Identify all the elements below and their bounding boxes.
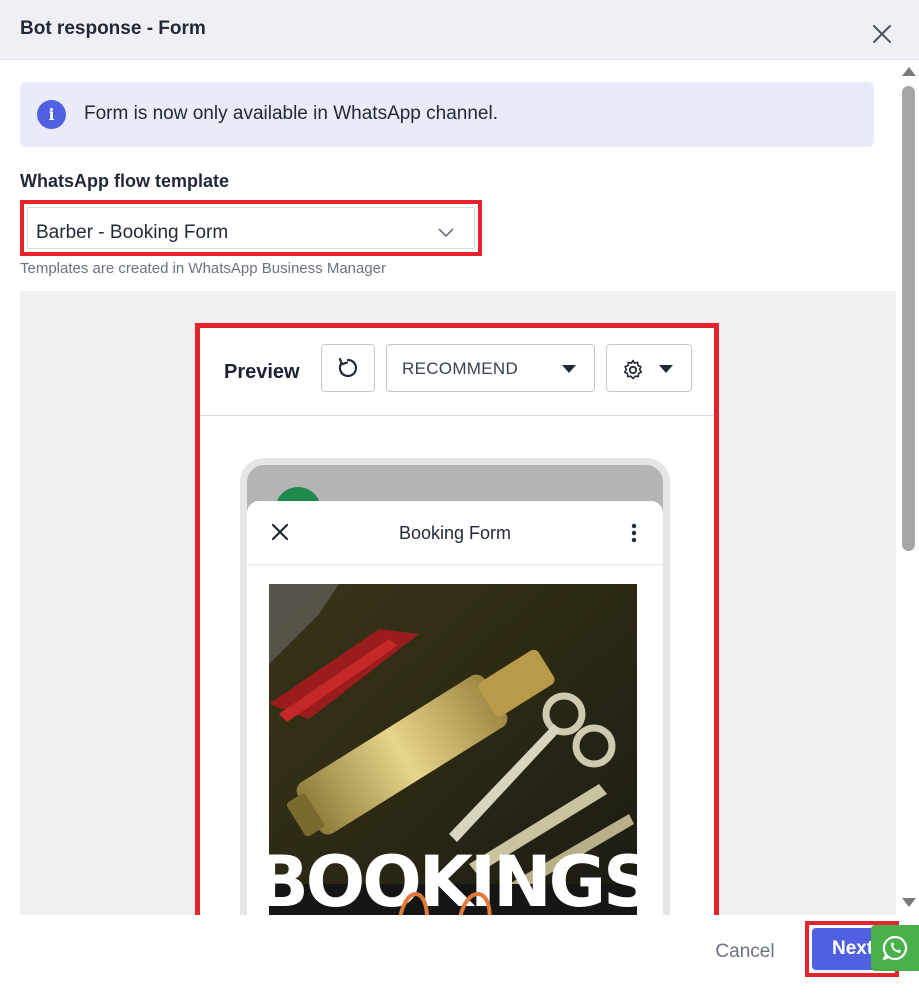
template-helper-text: Templates are created in WhatsApp Busine… <box>20 260 387 277</box>
template-select-value: Barber - Booking Form <box>36 222 229 243</box>
scroll-down-icon[interactable] <box>902 898 916 907</box>
phone-mockup: Booking Form BOOKINGS <box>240 458 670 932</box>
more-vertical-icon[interactable] <box>631 523 637 543</box>
settings-button[interactable] <box>606 344 692 392</box>
refresh-icon <box>338 357 358 378</box>
scroll-up-icon[interactable] <box>902 67 916 76</box>
cancel-button[interactable]: Cancel <box>696 937 794 967</box>
template-select-inner[interactable]: Barber - Booking Form <box>27 207 475 249</box>
whatsapp-chat-button[interactable] <box>871 925 919 971</box>
caret-down-icon <box>562 365 576 373</box>
preview-toolbar: Preview RECOMMEND <box>200 328 714 416</box>
preview-mode-select[interactable]: RECOMMEND <box>386 344 595 392</box>
close-icon[interactable] <box>868 20 896 48</box>
refresh-button[interactable] <box>321 344 375 392</box>
scroll-thumb[interactable] <box>902 86 915 551</box>
preview-panel: Preview RECOMMEND Booking Form BOOKINGS <box>195 323 719 937</box>
form-sheet-title: Booking Form <box>398 523 512 543</box>
booking-banner-image: BOOKINGS <box>269 584 637 924</box>
chevron-down-icon <box>438 228 454 238</box>
form-sheet: Booking Form BOOKINGS <box>247 501 663 932</box>
caret-down-icon <box>659 365 673 373</box>
modal-footer: Cancel Next <box>0 915 919 997</box>
gear-icon <box>623 359 643 380</box>
template-field-label: WhatsApp flow template <box>20 171 230 191</box>
whatsapp-icon <box>882 935 908 961</box>
info-banner: i Form is now only available in WhatsApp… <box>20 82 874 147</box>
template-select[interactable]: Barber - Booking Form <box>20 200 482 256</box>
form-sheet-header: Booking Form <box>247 501 663 565</box>
preview-mode-value: RECOMMEND <box>402 359 519 378</box>
preview-label: Preview <box>224 361 300 383</box>
info-icon: i <box>37 100 66 129</box>
modal-header: Bot response - Form <box>0 0 919 60</box>
modal-title: Bot response - Form <box>20 18 206 39</box>
info-banner-text: Form is now only available in WhatsApp c… <box>84 103 498 124</box>
vertical-scrollbar[interactable] <box>900 60 919 915</box>
banner-text: BOOKINGS <box>269 841 637 923</box>
